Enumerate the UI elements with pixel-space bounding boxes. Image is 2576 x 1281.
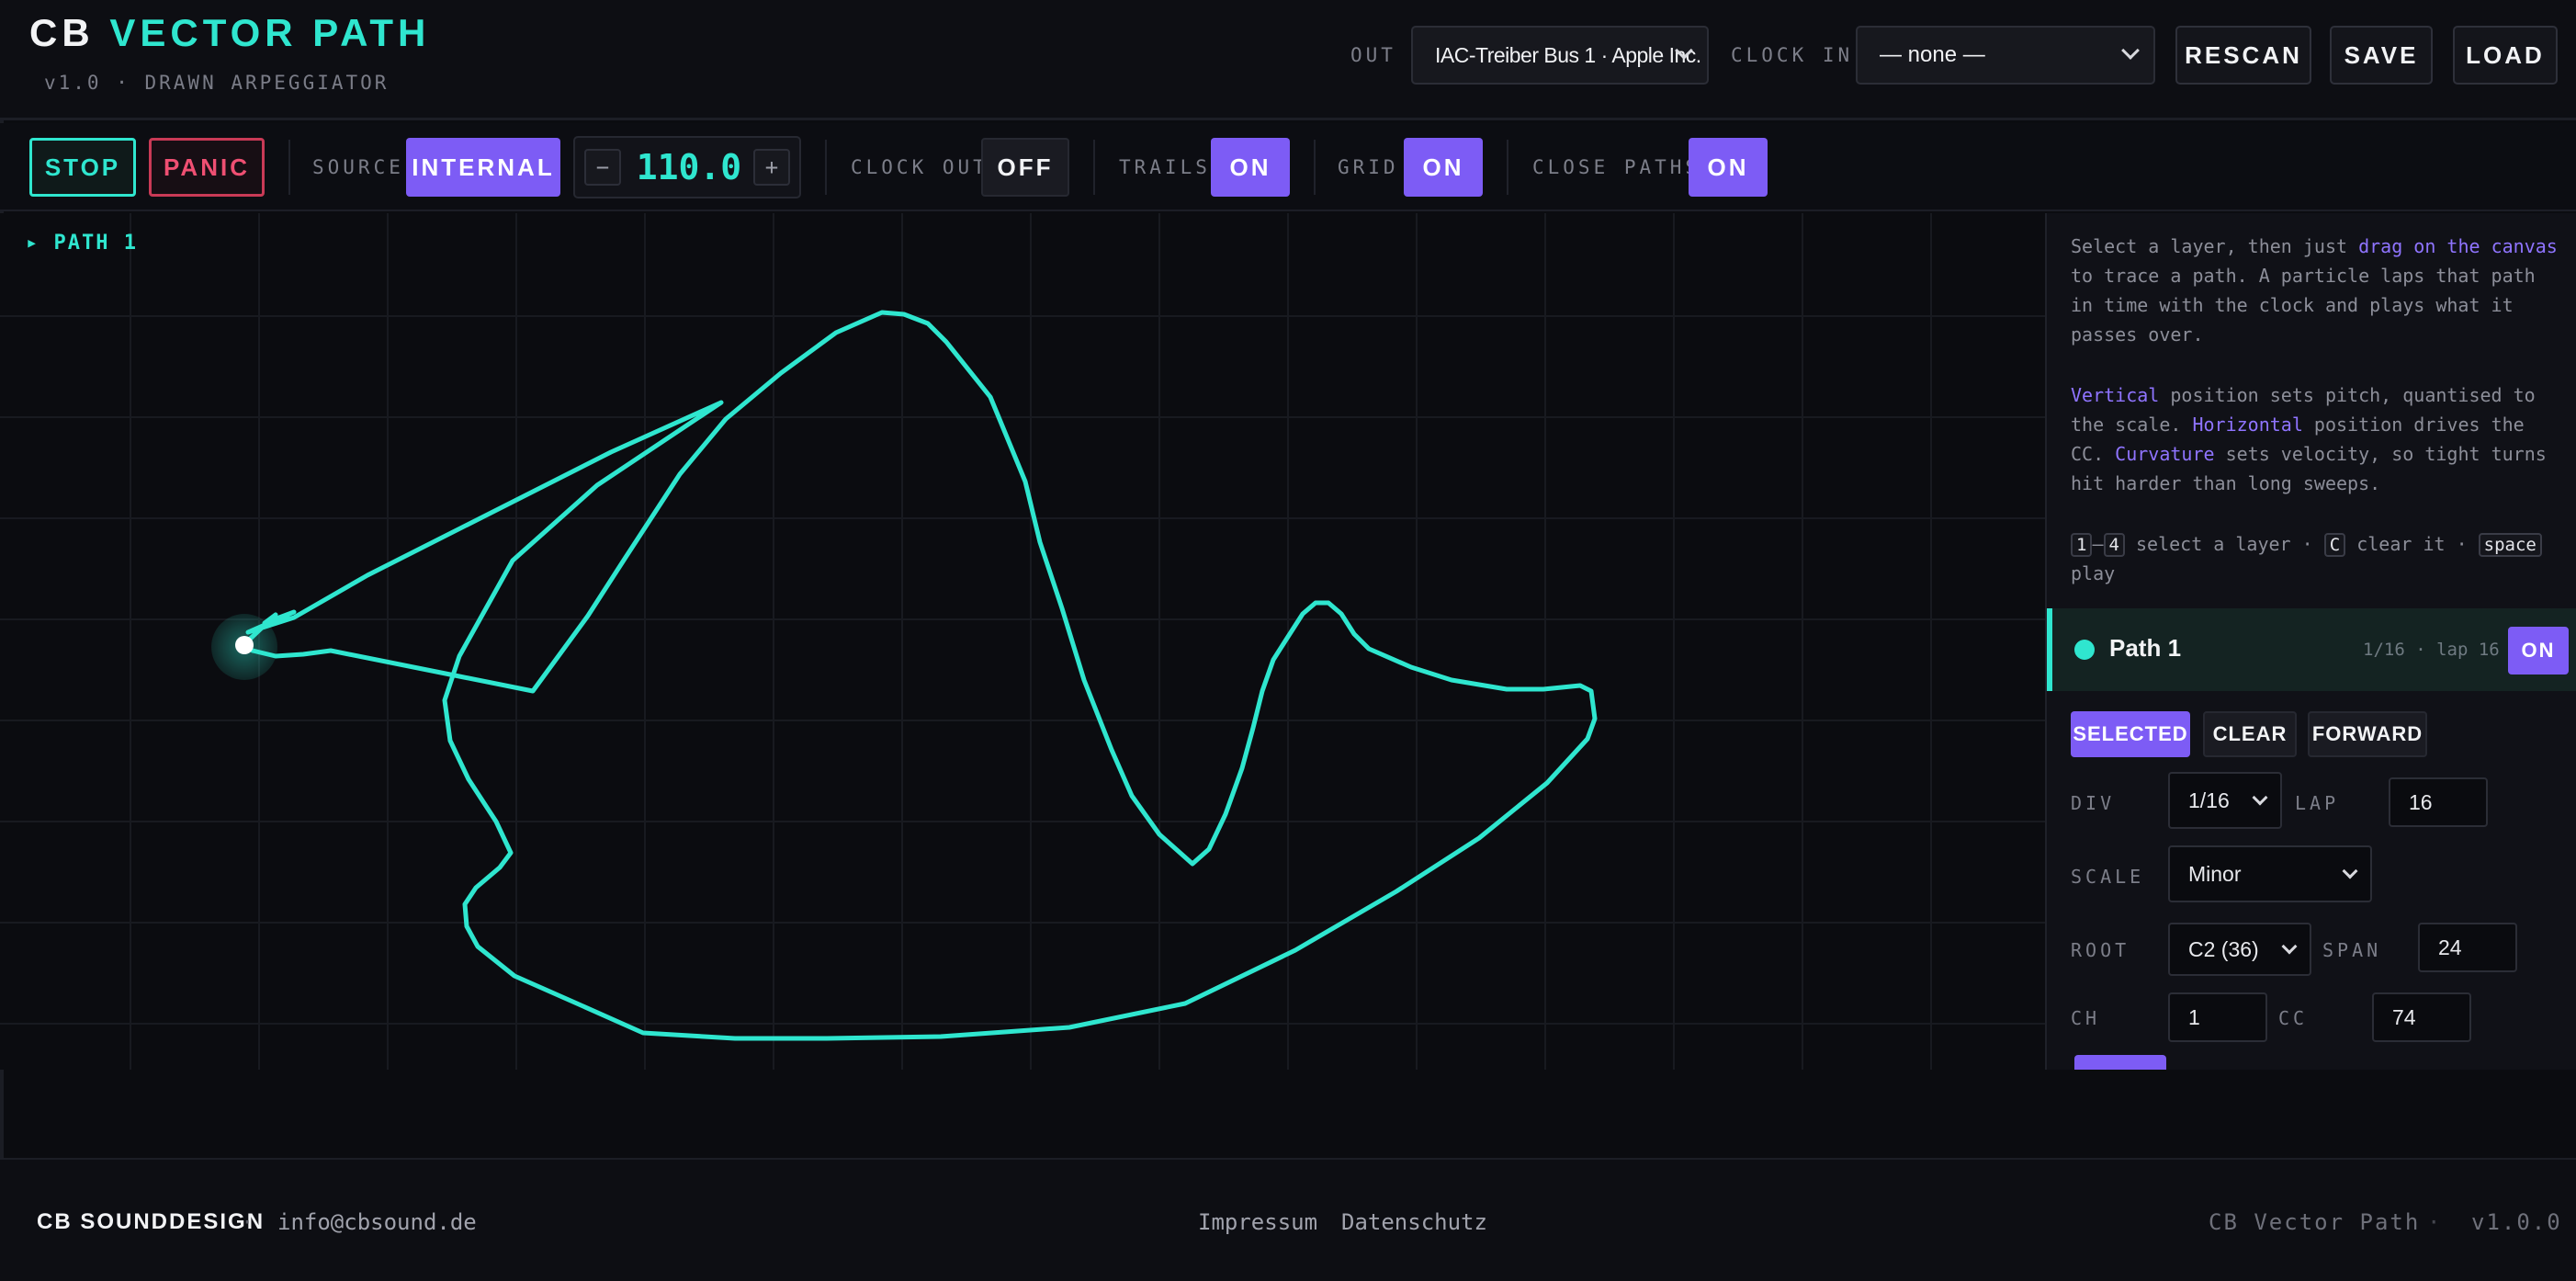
layer-panel: Select a layer, then just drag on the ca… <box>2045 213 2576 1070</box>
trails-label: TRAILS <box>1119 156 1211 178</box>
rescan-button[interactable]: RESCAN <box>2175 26 2311 85</box>
key-c: C <box>2323 533 2346 557</box>
midi-out-value: IAC-Treiber Bus 1 · Apple Inc. <box>1435 42 1701 67</box>
help-text: select a layer · <box>2124 533 2324 555</box>
footer-version: v1.0.0 <box>2471 1209 2562 1235</box>
bpm-value[interactable]: 110.0 <box>634 147 744 187</box>
key-1: 1 <box>2071 533 2093 557</box>
help-text: to trace a path. A particle laps that pa… <box>2071 265 2536 346</box>
trails-toggle[interactable]: ON <box>1211 138 1290 197</box>
footer-brand: CB SOUNDDESIGN <box>37 1209 266 1234</box>
key-4: 4 <box>2103 533 2125 557</box>
divider <box>1093 140 1095 195</box>
clock-out-toggle[interactable]: OFF <box>981 138 1069 197</box>
footer-email-link[interactable]: info@cbsound.de <box>277 1209 477 1235</box>
root-select[interactable]: C2 (36) <box>2168 923 2311 976</box>
grid-toggle[interactable]: ON <box>1404 138 1483 197</box>
scale-select[interactable]: Minor <box>2168 845 2372 902</box>
footer-separator: · <box>2427 1209 2441 1235</box>
load-button[interactable]: LOAD <box>2453 26 2558 85</box>
chevron-down-icon <box>2121 41 2140 60</box>
divider <box>825 140 827 195</box>
layer-meta: 1/16 · lap 16 <box>2363 640 2500 660</box>
layer-color-dot <box>2074 640 2095 660</box>
channel-input[interactable]: 1 <box>2168 992 2267 1042</box>
app-header: CB VECTOR PATH v1.0 · DRAWN ARPEGGIATOR … <box>0 0 2576 120</box>
midi-out-select[interactable]: IAC-Treiber Bus 1 · Apple Inc. <box>1411 26 1709 85</box>
brand-cb: CB <box>29 11 95 54</box>
chevron-down-icon <box>2252 789 2268 806</box>
particle-dot <box>235 636 254 654</box>
clock-in-label: CLOCK IN <box>1731 44 1854 66</box>
app-footer: CB SOUNDDESIGN · info@cbsound.de Impress… <box>0 1158 2576 1281</box>
panic-button[interactable]: PANIC <box>149 138 265 197</box>
cc-input[interactable]: 74 <box>2372 992 2471 1042</box>
ch-label: CH <box>2071 1007 2101 1029</box>
root-label: ROOT <box>2071 939 2130 961</box>
bpm-increment-button[interactable]: + <box>753 149 790 186</box>
save-button[interactable]: SAVE <box>2330 26 2433 85</box>
source-label: SOURCE <box>312 156 404 178</box>
layer-on-toggle[interactable]: ON <box>2508 627 2569 675</box>
help-text: play <box>2071 562 2116 584</box>
help-highlight: Horizontal <box>2192 414 2303 436</box>
help-highlight: drag on the canvas <box>2358 235 2558 257</box>
brand-vector-path: VECTOR PATH <box>109 11 431 54</box>
canvas-svg[interactable] <box>0 213 2045 1070</box>
drawing-canvas[interactable]: ▸ PATH 1 <box>0 213 2045 1070</box>
keyboard-shortcuts: 1–4 select a layer · C clear it · space p… <box>2071 529 2567 588</box>
help-highlight: Curvature <box>2115 443 2215 465</box>
span-label: SPAN <box>2322 939 2382 961</box>
scale-value: Minor <box>2188 861 2242 886</box>
close-paths-toggle[interactable]: ON <box>1689 138 1768 197</box>
help-text: – <box>2092 533 2104 555</box>
transport-toolbar: STOP PANIC SOURCE INTERNAL − 110.0 + CLO… <box>0 123 2576 211</box>
help-text: clear it · <box>2345 533 2479 555</box>
bpm-control: − 110.0 + <box>573 136 801 198</box>
clipped-panel-button[interactable] <box>2074 1055 2166 1070</box>
layer-row-path-1[interactable]: Path 1 1/16 · lap 16 ON <box>2047 608 2576 691</box>
out-label: OUT <box>1350 44 1396 66</box>
active-path-tag: ▸ PATH 1 <box>26 232 138 255</box>
div-value: 1/16 <box>2188 788 2230 812</box>
cc-label: CC <box>2278 1007 2309 1029</box>
app-subtitle: v1.0 · DRAWN ARPEGGIATOR <box>44 72 390 94</box>
div-label: DIV <box>2071 792 2116 814</box>
bpm-decrement-button[interactable]: − <box>584 149 621 186</box>
drawn-path[interactable] <box>238 310 1598 1041</box>
clock-in-select[interactable]: — none — <box>1856 26 2155 85</box>
help-text-mapping: Vertical position sets pitch, quantised … <box>2071 380 2567 498</box>
selected-button[interactable]: SELECTED <box>2071 711 2190 757</box>
help-text: Select a layer, then just <box>2071 235 2359 257</box>
datenschutz-link[interactable]: Datenschutz <box>1341 1209 1487 1235</box>
close-paths-label: CLOSE PATHS <box>1532 156 1701 178</box>
clock-in-value: — none — <box>1880 42 1985 67</box>
lap-input[interactable]: 16 <box>2389 777 2488 827</box>
footer-app-name: CB Vector Path <box>2209 1209 2421 1235</box>
app-title: CB VECTOR PATH <box>29 11 430 55</box>
divider <box>1314 140 1316 195</box>
clock-out-label: CLOCK OUT <box>851 156 989 178</box>
chevron-down-icon <box>2342 863 2358 879</box>
source-toggle[interactable]: INTERNAL <box>406 138 560 197</box>
chevron-down-icon <box>2281 938 2298 955</box>
div-select[interactable]: 1/16 <box>2168 772 2282 829</box>
direction-button[interactable]: FORWARD <box>2308 711 2427 757</box>
help-text-drawing: Select a layer, then just drag on the ca… <box>2071 232 2567 349</box>
help-highlight: Vertical <box>2071 384 2160 406</box>
stop-button[interactable]: STOP <box>29 138 136 197</box>
divider <box>288 140 290 195</box>
grid-label: GRID <box>1338 156 1399 178</box>
divider <box>1507 140 1508 195</box>
impressum-link[interactable]: Impressum <box>1198 1209 1317 1235</box>
lap-label: LAP <box>2295 792 2340 814</box>
clear-button[interactable]: CLEAR <box>2203 711 2297 757</box>
grid-lines <box>0 213 2045 1070</box>
footer-separator: · <box>241 1209 254 1235</box>
scale-label: SCALE <box>2071 866 2145 888</box>
layer-name: Path 1 <box>2109 634 2182 662</box>
span-input[interactable]: 24 <box>2418 923 2517 972</box>
root-value: C2 (36) <box>2188 936 2259 961</box>
key-space: space <box>2478 533 2542 557</box>
